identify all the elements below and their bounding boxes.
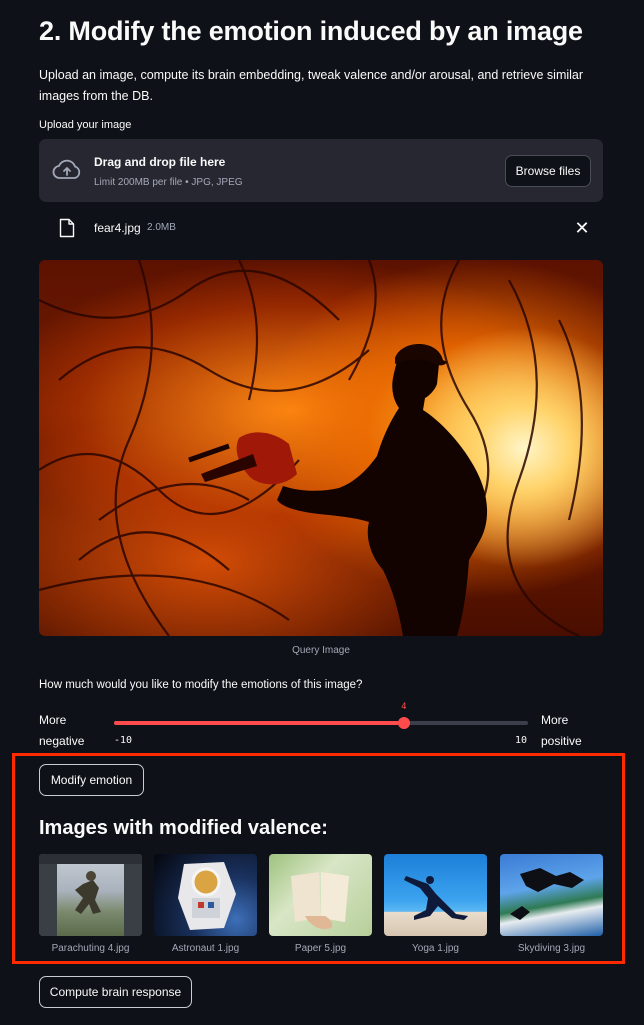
uploaded-file-name: fear4.jpg (94, 221, 141, 235)
slider-right-label: More positive (541, 710, 582, 752)
slider-right-label-line1: More (541, 713, 569, 727)
valence-slider[interactable]: 4 (114, 702, 528, 729)
slider-left-label-line1: More (39, 713, 67, 727)
results-gallery: Parachuting 4.jpg Astronaut 1.jpg Paper … (39, 854, 603, 959)
result-image-caption: Astronaut 1.jpg (171, 943, 240, 954)
result-image-item: Paper 5.jpg (269, 854, 372, 954)
slider-question: How much would you like to modify the em… (39, 679, 363, 691)
result-image-caption: Skydiving 3.jpg (517, 943, 586, 954)
result-image-item: Skydiving 3.jpg (500, 854, 603, 954)
result-image-caption: Parachuting 4.jpg (51, 943, 130, 954)
result-image-item: Yoga 1.jpg (384, 854, 487, 954)
compute-brain-response-button[interactable]: Compute brain response (39, 976, 192, 1008)
file-icon (59, 218, 75, 238)
result-image-item: Parachuting 4.jpg (39, 854, 142, 954)
results-title: Images with modified valence: (39, 817, 328, 839)
dropzone-limits: Limit 200MB per file • JPG, JPEG (94, 177, 243, 188)
dropzone-title: Drag and drop file here (94, 155, 226, 169)
slider-min-label: -10 (114, 735, 133, 746)
result-image (154, 854, 257, 936)
firefighter-silhouette (39, 260, 583, 636)
slider-fill (114, 721, 404, 725)
result-image-caption: Paper 5.jpg (294, 943, 347, 954)
result-image-item: Astronaut 1.jpg (154, 854, 257, 954)
query-image (39, 260, 603, 636)
cloud-upload-icon (52, 159, 81, 179)
slider-left-label-line2: negative (39, 734, 85, 748)
remove-file-icon[interactable]: ✕ (574, 218, 590, 238)
modify-emotion-button[interactable]: Modify emotion (39, 764, 144, 796)
uploaded-file-size: 2.0MB (147, 222, 176, 233)
browse-files-button[interactable]: Browse files (505, 155, 591, 187)
query-image-caption: Query Image (292, 645, 350, 656)
slider-value: 4 (401, 702, 407, 712)
slider-left-label: More negative (39, 710, 84, 752)
result-image (384, 854, 487, 936)
page-title: 2. Modify the emotion induced by an imag… (39, 16, 583, 46)
slider-max-label: 10 (515, 735, 528, 746)
result-image-caption: Yoga 1.jpg (412, 943, 459, 954)
slider-right-label-line2: positive (541, 734, 582, 748)
file-dropzone[interactable]: Drag and drop file here Limit 200MB per … (39, 139, 603, 202)
page-description: Upload an image, compute its brain embed… (39, 68, 584, 103)
result-image (269, 854, 372, 936)
upload-label: Upload your image (39, 119, 132, 131)
slider-thumb[interactable] (397, 717, 410, 729)
result-image (500, 854, 603, 936)
uploaded-file-row: fear4.jpg 2.0MB ✕ (39, 212, 603, 244)
result-image (39, 854, 142, 936)
